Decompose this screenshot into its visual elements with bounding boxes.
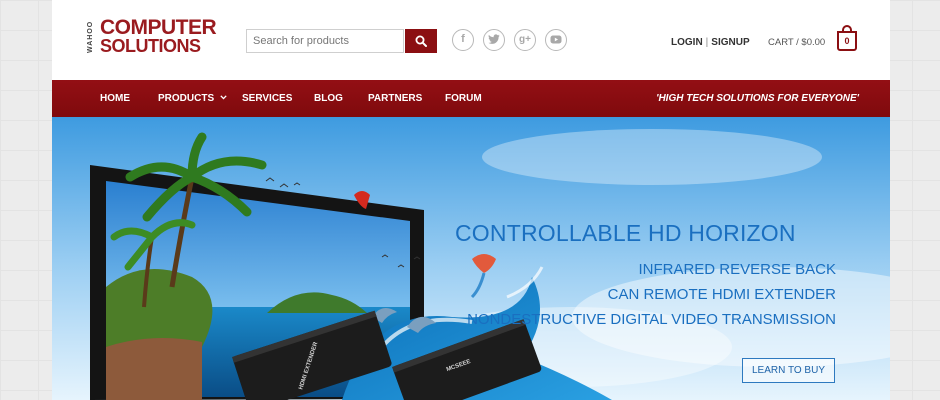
facebook-button[interactable]: f [452, 29, 474, 51]
signup-link[interactable]: SIGNUP [711, 37, 749, 48]
hero-line-2: CAN REMOTE HDMI EXTENDER [607, 286, 836, 303]
logo-brand-small: WAHOO [87, 20, 94, 54]
hero-line-1: INFRARED REVERSE BACK [638, 261, 836, 278]
search-form [246, 29, 438, 53]
nav-item-blog[interactable]: BLOG [314, 93, 343, 104]
hero-line-3: NONDESTRUCTIVE DIGITAL VIDEO TRANSMISSIO… [467, 311, 836, 328]
nav-item-products-label: PRODUCTS [158, 93, 215, 104]
facebook-icon: f [461, 33, 465, 45]
chevron-down-icon [220, 95, 227, 100]
logo-line-computer: COMPUTER [100, 16, 217, 39]
google-plus-icon: g+ [519, 34, 531, 45]
google-plus-button[interactable]: g+ [514, 29, 536, 51]
account-links: LOGIN | SIGNUP [671, 37, 750, 48]
cart-count-badge[interactable]: 0 [837, 31, 857, 51]
hero-headline: CONTROLLABLE HD HORIZON [455, 220, 796, 246]
nav-item-forum[interactable]: FORUM [445, 93, 482, 104]
nav-item-home[interactable]: HOME [100, 93, 130, 104]
search-icon [415, 35, 427, 47]
nav-item-products[interactable]: PRODUCTS [158, 93, 227, 104]
page-container: WAHOO COMPUTER SOLUTIONS f [52, 0, 890, 400]
youtube-icon [550, 35, 562, 44]
nav-item-partners[interactable]: PARTNERS [368, 93, 422, 104]
site-header: WAHOO COMPUTER SOLUTIONS f [52, 0, 890, 80]
learn-to-buy-button[interactable]: LEARN TO BUY [742, 358, 835, 383]
nav-tagline: 'HIGH TECH SOLUTIONS FOR EVERYONE' [656, 93, 859, 104]
twitter-icon [488, 34, 500, 44]
search-input[interactable] [246, 29, 404, 53]
login-link[interactable]: LOGIN [671, 37, 703, 48]
cart-link[interactable]: CART / $0.00 [768, 37, 825, 48]
hero-banner: HDMI EXTENDER MCSEEE CONTROLLABLE HD HOR… [52, 117, 890, 400]
nav-item-services[interactable]: SERVICES [242, 93, 292, 104]
main-navigation: HOME PRODUCTS SERVICES BLOG PARTNERS FOR… [52, 80, 890, 117]
youtube-button[interactable] [545, 29, 567, 51]
site-logo[interactable]: WAHOO COMPUTER SOLUTIONS [87, 15, 217, 59]
search-button[interactable] [405, 29, 437, 53]
logo-line-solutions: SOLUTIONS [100, 36, 201, 56]
twitter-button[interactable] [483, 29, 505, 51]
account-separator: | [705, 37, 709, 48]
